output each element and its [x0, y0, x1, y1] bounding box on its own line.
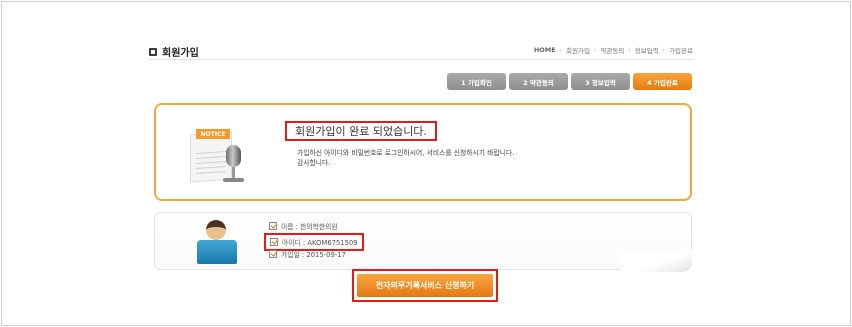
breadcrumb-separator-icon: ›: [662, 46, 666, 54]
step-confirm: 1 가입확인: [447, 73, 506, 90]
signup-steps: 1 가입확인 2 약관동의 3 정보입력 4 가입완료: [447, 73, 692, 90]
breadcrumb-separator-icon: ›: [628, 46, 631, 54]
page-title: 회원가입: [149, 44, 199, 59]
breadcrumb-separator-icon: ›: [559, 46, 563, 54]
completion-headline: 회원가입이 완료 되었습니다.: [285, 121, 437, 141]
breadcrumb-item[interactable]: 정보입력: [635, 45, 659, 55]
title-divider: [149, 59, 694, 60]
page-title-text: 회원가입: [162, 48, 199, 59]
notice-tag: NOTICE: [196, 129, 230, 139]
breadcrumb-item[interactable]: 약관동의: [600, 45, 624, 55]
avatar-body: [197, 240, 237, 264]
checkbox-icon: [270, 238, 278, 246]
apply-emr-service-button[interactable]: 전자의무기록서비스 신청하기: [357, 274, 493, 297]
checkbox-icon: [269, 222, 277, 230]
member-name: 이름 : 한의학한의원: [281, 223, 338, 231]
apply-button-highlight: 전자의무기록서비스 신청하기: [352, 269, 498, 302]
member-name-row: 이름 : 한의학한의원: [269, 221, 338, 231]
breadcrumb-item-current: 가입완료: [669, 47, 693, 55]
member-join-date: 가입일 : 2015-09-17: [281, 251, 346, 259]
microphone-head: [226, 145, 241, 167]
page-curl-decoration: [620, 250, 692, 272]
breadcrumb: HOME › 회원가입 › 약관동의 › 정보입력 › 가입완료: [534, 45, 693, 55]
breadcrumb-separator-icon: ›: [594, 46, 597, 54]
step-complete: 4 가입완료: [633, 73, 692, 90]
completion-message-line1: 가입하신 아이디와 비밀번호로 로그인하시어, 서비스를 신청하시기 바랍니다.: [297, 149, 515, 157]
completion-message-line2: 감사합니다.: [297, 159, 331, 167]
checkbox-icon: [269, 250, 277, 258]
notice-microphone-icon: NOTICE: [190, 125, 250, 185]
step-info: 3 정보입력: [571, 73, 630, 90]
breadcrumb-home[interactable]: HOME: [534, 46, 556, 54]
step-terms: 2 약관동의: [509, 73, 568, 90]
avatar-head: [206, 220, 226, 240]
square-bullet-icon: [149, 47, 157, 56]
microphone-base: [223, 178, 244, 182]
user-avatar-icon: [197, 218, 237, 264]
breadcrumb-item[interactable]: 회원가입: [566, 45, 590, 55]
member-join-date-row: 가입일 : 2015-09-17: [269, 249, 346, 259]
member-id: 아이디 : AKOM6751509: [282, 239, 358, 247]
completion-message: 가입하신 아이디와 비밀번호로 로그인하시어, 서비스를 신청하시기 바랍니다.…: [297, 148, 514, 168]
